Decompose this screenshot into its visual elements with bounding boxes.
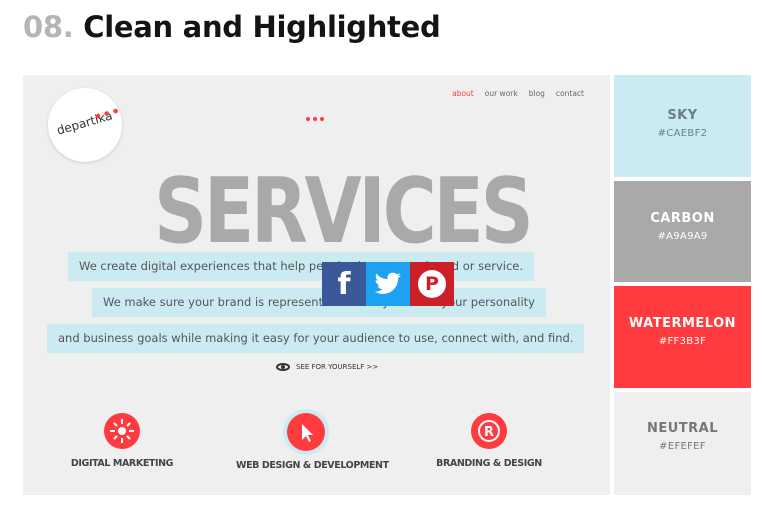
nav-item-blog: blog <box>528 89 545 98</box>
target-icon <box>104 413 140 449</box>
twitter-icon <box>374 272 401 294</box>
facebook-share-button[interactable]: f <box>322 262 366 306</box>
pinterest-icon: P <box>418 270 446 298</box>
swatch-hex: #EFEFEF <box>659 441 706 452</box>
swatch-hex: #A9A9A9 <box>657 231 708 242</box>
swatch-hex: #CAEBF2 <box>657 128 708 139</box>
highlight-line-2: We make sure your brand is represented i… <box>92 288 546 317</box>
feature-digital-marketing: DIGITAL MARKETING <box>52 413 192 469</box>
swatch-neutral: NEUTRAL #EFEFEF <box>614 392 751 495</box>
nav-item-our-work: our work <box>484 89 518 98</box>
feature-label: BRANDING & DESIGN <box>436 458 542 469</box>
swatch-hex: #FF3B3F <box>658 336 707 347</box>
nav-item-contact: contact <box>555 89 584 98</box>
see-for-yourself-label: SEE FOR YOURSELF >> <box>296 363 379 371</box>
swatch-sky: SKY #CAEBF2 <box>614 75 751 177</box>
swatch-name: SKY <box>667 108 698 123</box>
highlight-line-1: We create digital experiences that help … <box>68 252 535 281</box>
twitter-share-button[interactable] <box>366 262 410 306</box>
heading-title: Clean and Highlighted <box>83 10 441 44</box>
svg-text:R: R <box>484 425 494 440</box>
eye-icon <box>276 363 290 371</box>
swatch-name: CARBON <box>650 211 715 226</box>
swatch-name: WATERMELON <box>628 316 737 331</box>
hero-word: SERVICES <box>154 159 534 264</box>
feature-branding: R BRANDING & DESIGN <box>419 413 559 469</box>
swatch-name: NEUTRAL <box>646 421 719 436</box>
feature-label: WEB DESIGN & DEVELOPMENT <box>236 460 389 471</box>
feature-label: DIGITAL MARKETING <box>70 458 174 469</box>
heading-number: 08. <box>23 10 74 44</box>
swatch-watermelon: WATERMELON #FF3B3F <box>614 286 751 388</box>
facebook-icon: f <box>337 266 351 302</box>
see-for-yourself-link: SEE FOR YOURSELF >> <box>276 363 378 371</box>
logo: departika ● ● ● <box>48 88 122 162</box>
pinterest-share-button[interactable]: P <box>410 262 454 306</box>
registered-icon: R <box>471 413 507 449</box>
feature-web-design: WEB DESIGN & DEVELOPMENT <box>236 413 389 471</box>
cursor-icon <box>287 413 325 451</box>
website-mockup-image: departika ● ● ● about our work blog cont… <box>23 75 610 495</box>
page-heading: 08. Clean and Highlighted <box>23 10 441 44</box>
swatch-carbon: CARBON #A9A9A9 <box>614 181 751 282</box>
highlight-line-3: and business goals while making it easy … <box>47 324 585 353</box>
decorative-dots <box>306 117 324 121</box>
mockup-nav: about our work blog contact <box>452 89 584 98</box>
nav-item-about: about <box>452 89 474 98</box>
